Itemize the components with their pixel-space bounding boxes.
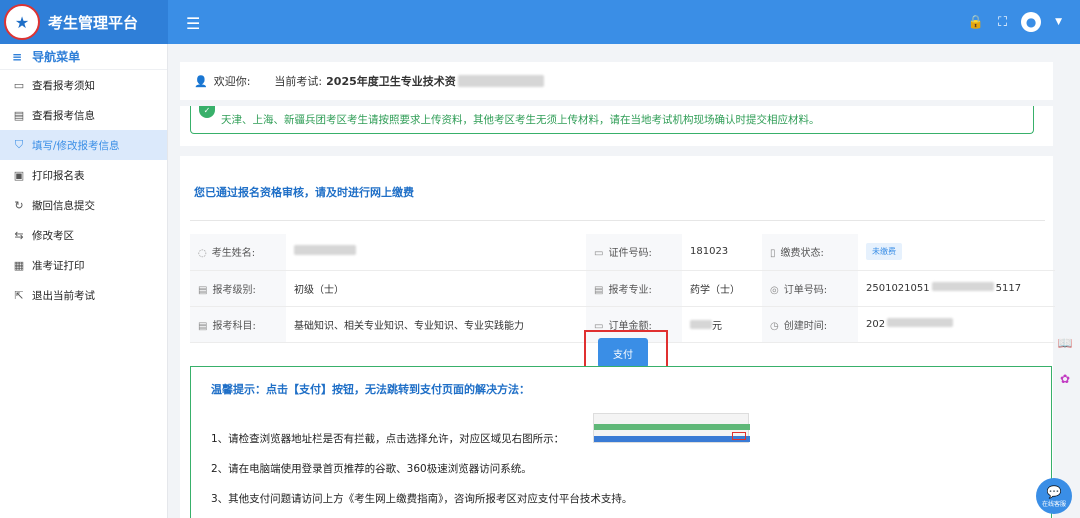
lock-icon[interactable]: 🔒: [968, 15, 984, 30]
chat-button[interactable]: 💬 在线客服: [1036, 478, 1072, 514]
sidebar-item-label: 退出当前考试: [32, 289, 95, 302]
sidebar-item-label: 修改考区: [32, 229, 74, 242]
sidebar-item-exit-exam[interactable]: ⇱ 退出当前考试: [0, 280, 167, 310]
id-card-icon: ▭: [594, 248, 604, 260]
redacted-text: [457, 75, 544, 87]
chat-icon: 💬: [1046, 484, 1062, 499]
nav-header: ≡ 导航菜单: [0, 44, 167, 70]
chat-label: 在线客服: [1041, 500, 1066, 508]
highlight-box: [732, 432, 746, 440]
brain-icon[interactable]: ✿: [1056, 370, 1074, 388]
table-row: ◌ 考生姓名: ▭ 证件号码: 181023 ▯ 缴费状态: 未缴费: [190, 234, 1055, 271]
switch-icon: ⇆: [14, 228, 24, 242]
chevron-down-icon[interactable]: ▼: [1055, 17, 1062, 27]
tip-line: 2、请在电脑端使用登录首页推荐的谷歌、360极速浏览器访问系统。: [211, 463, 532, 475]
check-icon: ✓: [199, 106, 215, 118]
label-cell: ◷ 创建时间:: [762, 306, 858, 343]
info-table: ◌ 考生姓名: ▭ 证件号码: 181023 ▯ 缴费状态: 未缴费 ▤ 报考级别: 初…: [190, 234, 1055, 343]
sidebar-item-label: 准考证打印: [32, 259, 85, 272]
book-icon[interactable]: 📖: [1056, 334, 1074, 352]
exam-major: 药学（士）: [682, 270, 762, 307]
sidebar-item-view-info[interactable]: ▤ 查看报考信息: [0, 100, 167, 130]
label-cell: ◌ 考生姓名:: [190, 234, 286, 271]
exam-subjects: 基础知识、相关专业知识、专业知识、专业实践能力: [286, 306, 586, 343]
notice-text: 天津、上海、新疆兵团考区考生请按照要求上传资料，其他考区考生无须上传材料，请在当…: [221, 114, 820, 126]
candidate-name: [286, 234, 586, 271]
label-cell: ▤ 报考专业:: [586, 270, 682, 307]
divider: [190, 220, 1045, 221]
tips-panel: 温馨提示：点击【支付】按钮，无法跳转到支付页面的解决方法： 1、请检查浏览器地址…: [190, 366, 1052, 518]
sidebar-item-withdraw[interactable]: ↻ 撤回信息提交: [0, 190, 167, 220]
list-icon: ≡: [12, 49, 23, 64]
sidebar-item-label: 查看报考信息: [32, 109, 95, 122]
sidebar-item-label: 查看报考须知: [32, 79, 95, 92]
sidebar-item-print-form[interactable]: ▣ 打印报名表: [0, 160, 167, 190]
welcome-bar: 👤 欢迎你: 当前考试: 2025年度卫生专业技术资: [180, 62, 1053, 100]
sidebar-item-label: 填写/修改报考信息: [32, 139, 120, 152]
current-exam-value: 2025年度卫生专业技术资: [326, 75, 456, 88]
document-icon: ▤: [198, 284, 208, 296]
created-time: 202: [858, 306, 1055, 343]
shield-check-icon: ⛉: [14, 138, 24, 151]
message-icon: ▭: [13, 78, 25, 92]
user-avatar-icon[interactable]: ●: [1021, 12, 1042, 32]
top-header: ★ 考生管理平台 ☰ 🔒 ⛶ ● ▼: [0, 0, 1080, 44]
exam-level: 初级（士）: [286, 270, 586, 307]
exit-icon: ⇱: [14, 288, 24, 302]
floating-toolbar: 📖 ✿: [1056, 334, 1074, 388]
user-icon: ◌: [198, 248, 207, 260]
label-cell: ▭ 证件号码:: [586, 234, 682, 271]
hamburger-icon[interactable]: ☰: [186, 14, 200, 33]
card-icon: ▦: [13, 258, 25, 272]
order-number: 2501021051 5117: [858, 270, 1055, 307]
sidebar-item-label: 打印报名表: [32, 169, 85, 182]
nav-title: 导航菜单: [32, 50, 81, 64]
bar: [594, 436, 750, 442]
document-icon: ▤: [198, 320, 208, 332]
sidebar-item-change-area[interactable]: ⇆ 修改考区: [0, 220, 167, 250]
tip-line: 3、其他支付问题请访问上方《考生网上缴费指南》，咨询所报考区对应支付平台技术支持…: [211, 493, 633, 505]
id-number: 181023: [682, 234, 762, 271]
redacted-text: [294, 245, 356, 256]
browser-screenshot: [593, 413, 750, 443]
user-icon: 👤: [194, 74, 208, 88]
label-cell: ▯ 缴费状态:: [762, 234, 858, 271]
current-exam-label: 当前考试:: [274, 75, 323, 88]
tips-title: 温馨提示：点击【支付】按钮，无法跳转到支付页面的解决方法：: [211, 383, 530, 396]
phone-icon: ▯: [770, 248, 776, 260]
redacted-text: [887, 318, 954, 327]
logo: ★: [4, 4, 40, 40]
clock-icon: ◷: [770, 320, 779, 332]
order-amount: 元: [682, 306, 762, 343]
payment-status: 未缴费: [858, 234, 1055, 271]
table-row: ▤ 报考级别: 初级（士） ▤ 报考专业: 药学（士） ◎ 订单号码: 2501021…: [190, 270, 1055, 307]
pay-button[interactable]: 支付: [598, 338, 648, 368]
print-icon: ▣: [13, 168, 25, 182]
fullscreen-icon[interactable]: ⛶: [998, 15, 1007, 30]
label-cell: ▤ 报考科目:: [190, 306, 286, 343]
target-icon: ◎: [770, 284, 779, 296]
document-icon: ▤: [13, 108, 25, 122]
redacted-text: [931, 282, 994, 291]
document-icon: ▤: [594, 284, 604, 296]
undo-icon: ↻: [14, 198, 24, 212]
card-title: 您已通过报名资格审核，请及时进行网上缴费: [194, 186, 414, 199]
greeting: 欢迎你:: [213, 75, 251, 88]
tip-line: 1、请检查浏览器地址栏是否有拦截，点击选择允许，对应区域见右图所示：: [211, 433, 565, 445]
notice-banner: ✓ 天津、上海、新疆兵团考区考生请按照要求上传资料，其他考区考生无须上传材料，请…: [190, 106, 1034, 134]
header-actions: 🔒 ⛶ ● ▼: [968, 12, 1062, 32]
label-cell: ◎ 订单号码:: [762, 270, 858, 307]
sidebar-item-admission-ticket[interactable]: ▦ 准考证打印: [0, 250, 167, 280]
sidebar-item-label: 撤回信息提交: [32, 199, 95, 212]
bar: [594, 424, 750, 430]
sidebar-item-notice[interactable]: ▭ 查看报考须知: [0, 70, 167, 100]
app-title: 考生管理平台: [48, 13, 139, 32]
brand: ★ 考生管理平台: [0, 0, 168, 44]
notice-wrap: ✓ 天津、上海、新疆兵团考区考生请按照要求上传资料，其他考区考生无须上传材料，请…: [180, 106, 1053, 146]
sidebar: ≡ 导航菜单 ▭ 查看报考须知 ▤ 查看报考信息 ⛉ 填写/修改报考信息 ▣ 打…: [0, 44, 168, 518]
redacted-text: [690, 319, 712, 329]
label-cell: ▤ 报考级别:: [190, 270, 286, 307]
status-badge: 未缴费: [866, 243, 902, 261]
sidebar-item-edit-info[interactable]: ⛉ 填写/修改报考信息: [0, 130, 167, 160]
